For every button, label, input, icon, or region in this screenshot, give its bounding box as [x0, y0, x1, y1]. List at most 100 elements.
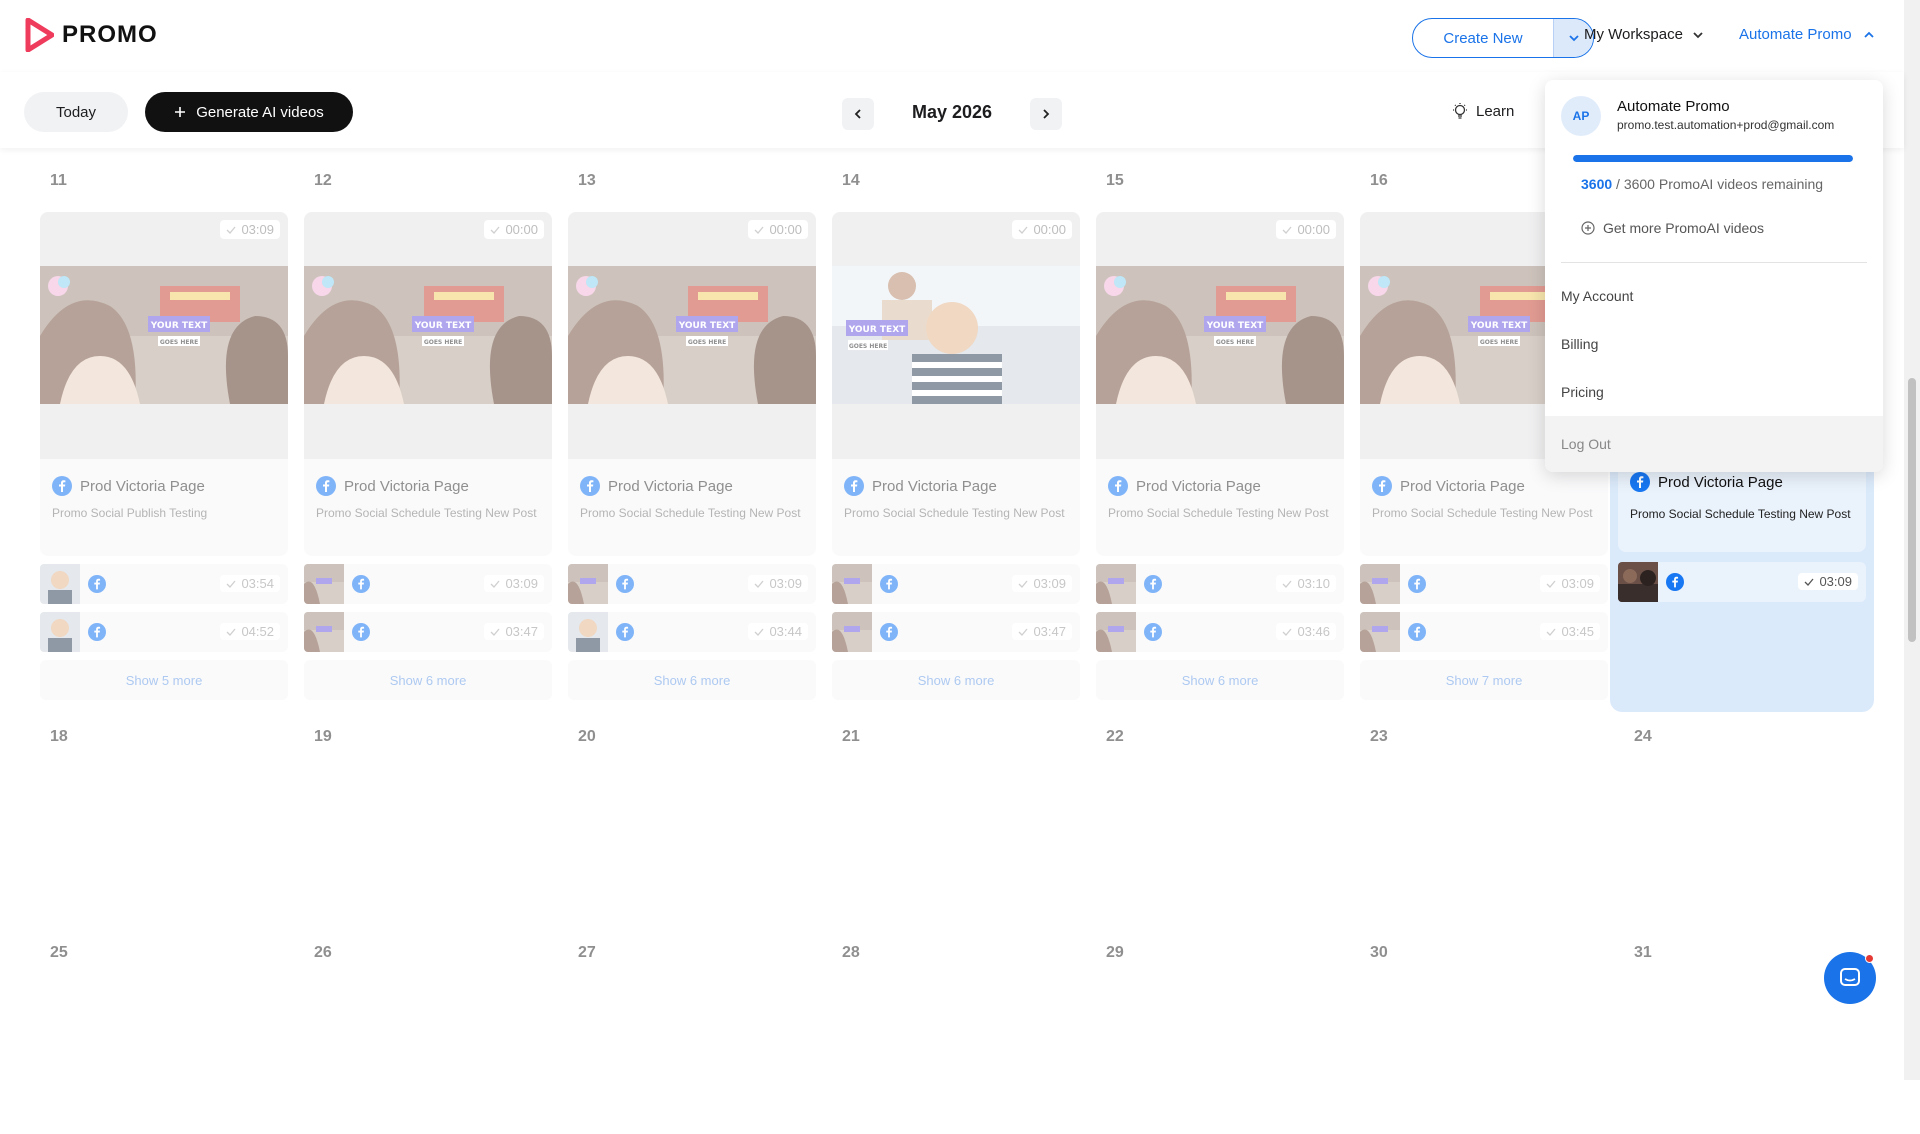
- page-scrollbar[interactable]: [1904, 0, 1920, 1080]
- scheduled-post-item[interactable]: 03:09: [1360, 564, 1608, 604]
- get-more-videos-link[interactable]: Get more PromoAI videos: [1581, 220, 1764, 236]
- page-row: Prod Victoria Page: [316, 476, 469, 496]
- scheduled-post-item[interactable]: 03:47: [832, 612, 1080, 652]
- scheduled-post-item[interactable]: 03:54: [40, 564, 288, 604]
- scheduled-post-item[interactable]: 03:09: [304, 564, 552, 604]
- next-month-button[interactable]: [1030, 98, 1062, 130]
- menu-item-billing[interactable]: Billing: [1545, 320, 1883, 368]
- check-icon: [1018, 580, 1028, 588]
- facebook-icon: [844, 476, 864, 496]
- show-more-button[interactable]: Show 6 more: [304, 660, 552, 700]
- day-cell[interactable]: 18: [40, 728, 288, 918]
- workspace-selector[interactable]: My Workspace: [1584, 26, 1705, 43]
- check-icon: [1546, 628, 1556, 636]
- scheduled-post-item[interactable]: 03:09: [832, 564, 1080, 604]
- facebook-icon: [1630, 472, 1650, 492]
- post-title: Promo Social Schedule Testing New Post: [1108, 506, 1329, 520]
- facebook-icon: [580, 476, 600, 496]
- day-number: 15: [1106, 172, 1124, 189]
- lightbulb-icon: [1453, 103, 1467, 119]
- show-more-button[interactable]: Show 5 more: [40, 660, 288, 700]
- day-number: 24: [1634, 728, 1652, 745]
- menu-item-pricing[interactable]: Pricing: [1545, 368, 1883, 416]
- user-name: Automate Promo: [1617, 98, 1730, 115]
- day-number: 31: [1634, 944, 1652, 961]
- day-cell[interactable]: 20: [568, 728, 816, 918]
- post-card[interactable]: YOUR TEXT GOES HERE 00:00 Prod Victoria Pag…: [1096, 212, 1344, 556]
- page-row: Prod Victoria Page: [844, 476, 997, 496]
- thumbnail-caption: GOES HERE: [1216, 339, 1254, 346]
- scrollbar-thumb[interactable]: [1908, 378, 1916, 642]
- day-cell[interactable]: 28: [832, 944, 1080, 1134]
- duration-text: 03:09: [241, 222, 274, 237]
- show-more-button[interactable]: Show 6 more: [832, 660, 1080, 700]
- thumbnail-caption: GOES HERE: [849, 343, 887, 350]
- check-icon: [490, 580, 500, 588]
- scheduled-post-item[interactable]: 03:09: [568, 564, 816, 604]
- facebook-icon: [316, 476, 336, 496]
- plus-icon: [175, 107, 186, 117]
- facebook-icon: [880, 575, 898, 593]
- video-preview: YOUR TEXT GOES HERE 00:00: [304, 212, 552, 459]
- menu-item-log-out[interactable]: Log Out: [1545, 416, 1883, 472]
- post-card[interactable]: YOUR TEXT GOES HERE 00:00 Prod Victoria Pag…: [568, 212, 816, 556]
- chevron-down-icon: [1693, 31, 1703, 38]
- post-title: Promo Social Schedule Testing New Post: [844, 506, 1065, 520]
- day-cell[interactable]: 26: [304, 944, 552, 1134]
- chevron-left-icon: [854, 109, 861, 119]
- today-button[interactable]: Today: [24, 92, 128, 132]
- video-thumbnail: YOUR TEXT GOES HERE: [1096, 266, 1344, 404]
- chat-launcher-button[interactable]: [1824, 952, 1876, 1004]
- scheduled-post-item[interactable]: 04:52: [40, 612, 288, 652]
- prev-month-button[interactable]: [842, 98, 874, 130]
- scheduled-post-item[interactable]: 03:47: [304, 612, 552, 652]
- show-more-button[interactable]: Show 6 more: [568, 660, 816, 700]
- duration-badge: 03:47: [1012, 623, 1072, 640]
- scheduled-post-item[interactable]: 03:09: [1618, 562, 1866, 602]
- chevron-down-icon: [1568, 35, 1579, 42]
- page-row: Prod Victoria Page: [1108, 476, 1261, 496]
- day-cell[interactable]: 29: [1096, 944, 1344, 1134]
- duration-badge: 03:10: [1276, 575, 1336, 592]
- scheduled-post-item[interactable]: 03:46: [1096, 612, 1344, 652]
- account-menu-trigger[interactable]: Automate Promo: [1739, 26, 1876, 43]
- day-number: 16: [1370, 172, 1388, 189]
- duration-badge: 03:09: [1540, 575, 1600, 592]
- post-card[interactable]: YOUR TEXT GOES HERE 00:00 Prod Victoria Pag…: [832, 212, 1080, 556]
- scheduled-post-item[interactable]: 03:10: [1096, 564, 1344, 604]
- duration-text: 04:52: [241, 624, 274, 639]
- check-icon: [1282, 628, 1292, 636]
- scheduled-post-item[interactable]: 03:45: [1360, 612, 1608, 652]
- create-new-button[interactable]: Create New: [1413, 19, 1553, 57]
- post-card[interactable]: YOUR TEXT GOES HERE 03:09 Prod Victoria Pag…: [40, 212, 288, 556]
- selected-day-cell[interactable]: Prod Victoria Page Promo Social Schedule…: [1610, 460, 1874, 712]
- show-more-button[interactable]: Show 6 more: [1096, 660, 1344, 700]
- remaining-count: 3600: [1581, 176, 1613, 192]
- video-thumbnail: YOUR TEXT GOES HERE: [40, 266, 288, 404]
- day-cell[interactable]: 24: [1624, 728, 1872, 918]
- post-card-info[interactable]: Prod Victoria Page Promo Social Schedule…: [1618, 460, 1866, 552]
- post-thumbnail: [568, 564, 608, 604]
- promo-logo[interactable]: PROMO: [24, 18, 158, 52]
- day-cell[interactable]: 21: [832, 728, 1080, 918]
- post-thumbnail: [1096, 612, 1136, 652]
- day-cell[interactable]: 25: [40, 944, 288, 1134]
- scheduled-post-item[interactable]: 03:44: [568, 612, 816, 652]
- generate-ai-videos-button[interactable]: Generate AI videos: [145, 92, 353, 132]
- day-cell[interactable]: 23: [1360, 728, 1608, 918]
- day-cell[interactable]: 19: [304, 728, 552, 918]
- duration-text: 00:00: [1297, 222, 1330, 237]
- thumbnail-caption: YOUR TEXT: [414, 321, 472, 331]
- post-card[interactable]: YOUR TEXT GOES HERE 00:00 Prod Victoria Pag…: [304, 212, 552, 556]
- day-cell[interactable]: 27: [568, 944, 816, 1134]
- day-cell[interactable]: 30: [1360, 944, 1608, 1134]
- thumbnail-caption: YOUR TEXT: [1470, 321, 1528, 331]
- chevron-up-icon: [1863, 31, 1874, 38]
- menu-item-my-account[interactable]: My Account: [1545, 272, 1883, 320]
- duration-text: 03:46: [1297, 624, 1330, 639]
- duration-text: 03:09: [769, 576, 802, 591]
- show-more-button[interactable]: Show 7 more: [1360, 660, 1608, 700]
- day-cell[interactable]: 22: [1096, 728, 1344, 918]
- day-number: 13: [578, 172, 596, 189]
- learn-button[interactable]: Learn: [1452, 102, 1514, 120]
